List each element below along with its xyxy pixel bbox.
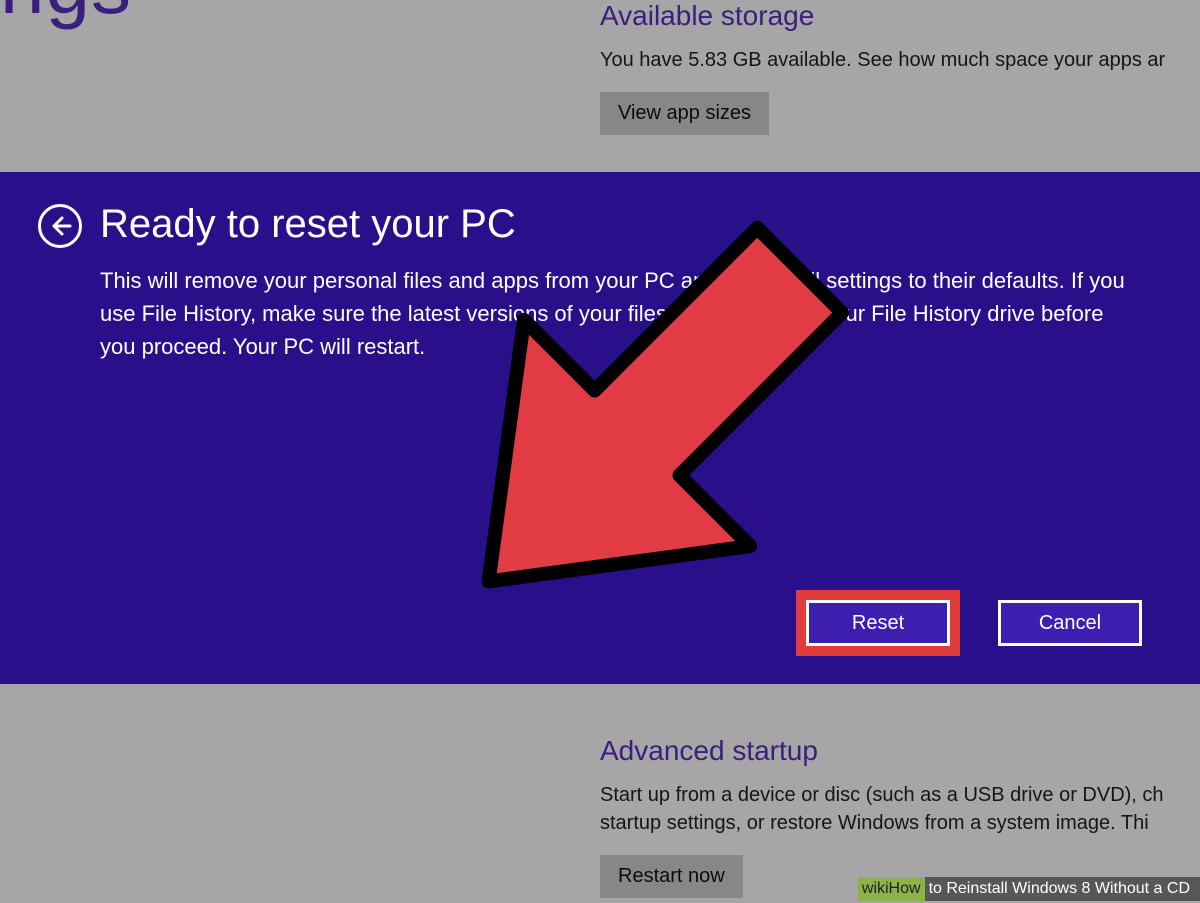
caption-brand: wikiHow <box>858 877 925 901</box>
reset-button-highlight: Reset <box>796 590 960 656</box>
dialog-button-row: Reset Cancel <box>796 590 1152 656</box>
dialog-title: Ready to reset your PC <box>100 202 516 247</box>
reset-button[interactable]: Reset <box>806 600 950 646</box>
caption-text: to Reinstall Windows 8 Without a CD <box>925 877 1200 901</box>
reset-pc-dialog: Ready to reset your PC This will remove … <box>0 172 1200 684</box>
cancel-button-wrap: Cancel <box>988 590 1152 656</box>
dialog-body-text: This will remove your personal files and… <box>100 264 1140 363</box>
arrow-left-icon <box>48 214 72 238</box>
back-button[interactable] <box>38 204 82 248</box>
image-caption: wikiHow to Reinstall Windows 8 Without a… <box>858 875 1200 903</box>
cancel-button[interactable]: Cancel <box>998 600 1142 646</box>
